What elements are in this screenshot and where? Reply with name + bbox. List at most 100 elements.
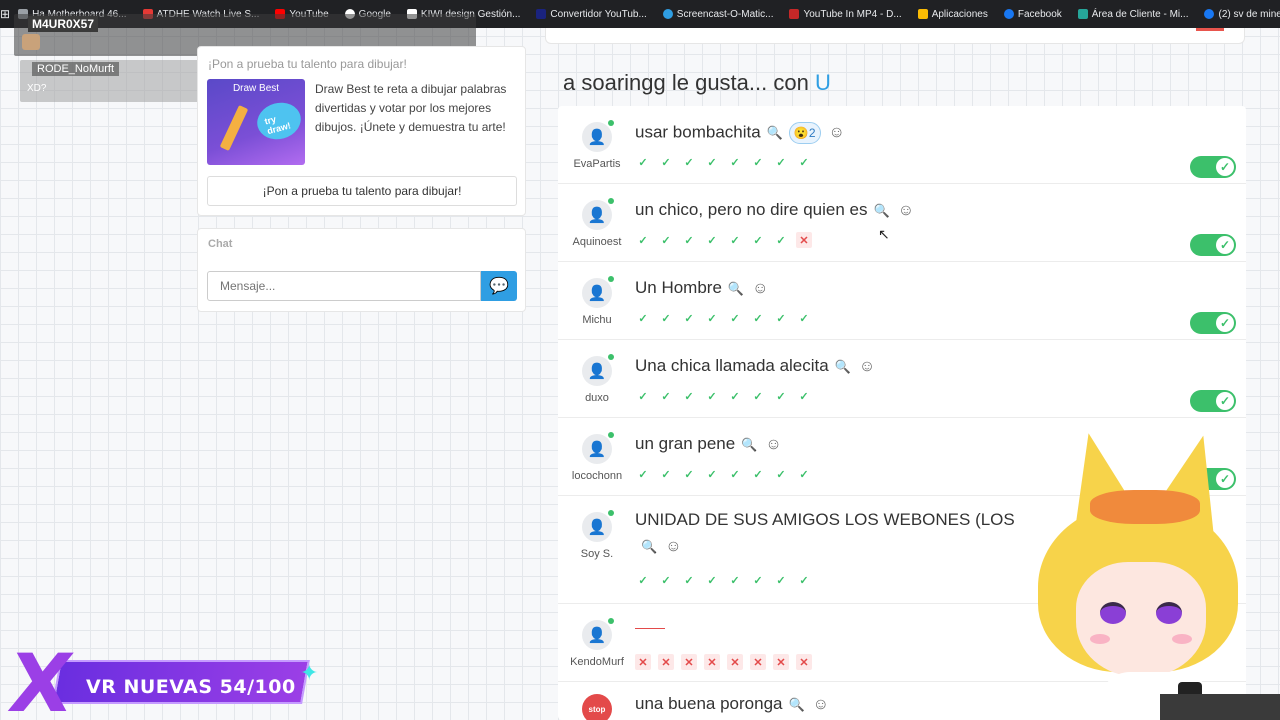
- send-button[interactable]: 💬: [481, 271, 517, 301]
- vote-cross-icon: ✕: [773, 654, 789, 670]
- magnifier-icon[interactable]: 🔍: [788, 697, 804, 712]
- bookmark-favicon-icon: [536, 9, 547, 19]
- answer-text: un gran pene: [635, 434, 736, 453]
- vote-check-icon: ✓: [684, 468, 694, 481]
- vote-list: ✕ ✕ ✕ ✕ ✕ ✕ ✕ ✕: [635, 654, 812, 670]
- facebook-icon: [1204, 9, 1215, 19]
- answer-text-line: usar bombachita 🔍 😮2 ☺: [635, 122, 845, 144]
- stream-chat-text: XD?: [27, 83, 47, 94]
- username: duxo: [585, 392, 609, 404]
- vote-check-icon: ✓: [707, 390, 717, 403]
- vote-check-icon: ✓: [730, 468, 740, 481]
- banner-text: VR NUEVAS 54/100: [86, 676, 296, 698]
- magnifier-icon[interactable]: 🔍: [641, 539, 657, 554]
- approve-toggle[interactable]: [1190, 156, 1236, 178]
- magnifier-icon[interactable]: 🔍: [728, 281, 744, 296]
- smiley-icon[interactable]: ☺: [765, 436, 781, 453]
- vote-check-icon: ✓: [684, 390, 694, 403]
- vote-check-icon: ✓: [638, 234, 648, 247]
- answer-text-line: [635, 618, 665, 638]
- username: Aquinoest: [572, 236, 622, 248]
- bookmark-label: Screencast-O-Matic...: [676, 8, 774, 20]
- apps-grid-icon[interactable]: ⊞: [0, 7, 10, 21]
- smiley-icon[interactable]: ☺: [752, 280, 768, 297]
- smiley-icon[interactable]: ☺: [898, 202, 914, 219]
- answer-text: usar bombachita: [635, 122, 761, 142]
- bookmark-favicon-icon: [789, 9, 800, 19]
- vote-check-icon: ✓: [638, 574, 648, 587]
- vote-check-icon: ✓: [661, 574, 671, 587]
- title-text: a soaringg le gusta... con: [563, 70, 815, 95]
- answer-text-line: un gran pene 🔍 ☺: [635, 434, 782, 454]
- user-icon: 👤: [582, 354, 614, 386]
- bookmark-item[interactable]: Aplicaciones: [910, 9, 996, 20]
- online-indicator: [608, 354, 614, 360]
- vote-check-icon: ✓: [799, 390, 809, 403]
- answer-text-line: un chico, pero no dire quien es 🔍 ☺: [635, 200, 914, 220]
- smiley-icon[interactable]: ☺: [859, 358, 875, 375]
- stop-icon: stop: [582, 694, 612, 720]
- facebook-icon: [1003, 9, 1014, 19]
- magnifier-icon[interactable]: 🔍: [835, 359, 851, 374]
- username: KendoMurf: [570, 656, 624, 668]
- username: locochonn: [571, 470, 623, 482]
- promo-card: ¡Pon a prueba tu talento para dibujar! D…: [197, 46, 526, 216]
- approve-toggle[interactable]: [1190, 390, 1236, 412]
- vote-check-icon: ✓: [753, 390, 763, 403]
- user-icon: 👤: [582, 432, 614, 464]
- magnifier-icon[interactable]: 🔍: [741, 437, 757, 452]
- reaction-badge[interactable]: 😮2: [788, 122, 821, 144]
- vote-check-icon: ✓: [638, 468, 648, 481]
- vote-list: ✓ ✓ ✓ ✓ ✓ ✓ ✓ ✓: [635, 154, 812, 170]
- promo-button[interactable]: ¡Pon a prueba tu talento para dibujar!: [207, 176, 517, 206]
- avatar-eye: [1100, 602, 1126, 624]
- answer-user: 👤 duxo: [558, 354, 636, 404]
- answer-row: 👤 duxo Una chica llamada alecita 🔍 ☺ ✓ ✓ ✓ ✓ ✓…: [558, 340, 1246, 418]
- bookmark-item[interactable]: Convertidor YouTub...: [528, 9, 654, 20]
- bookmark-item[interactable]: (2) sv de minecraft...: [1196, 9, 1280, 20]
- user-icon: 👤: [582, 120, 614, 152]
- vote-cross-icon: ✕: [750, 654, 766, 670]
- answer-row: 👤 Aquinoest un chico, pero no dire quien…: [558, 184, 1246, 262]
- empty-answer-dash: [635, 628, 665, 630]
- promo-image-badge: try draw!: [263, 113, 292, 137]
- vote-check-icon: ✓: [776, 468, 786, 481]
- online-indicator: [608, 120, 614, 126]
- vote-check-icon: ✓: [661, 312, 671, 325]
- online-indicator: [608, 510, 614, 516]
- bookmark-item[interactable]: Facebook: [996, 9, 1070, 20]
- vote-check-icon: ✓: [753, 468, 763, 481]
- title-letter: U: [814, 70, 831, 95]
- vote-check-icon: ✓: [707, 234, 717, 247]
- stream-chat-username: M4UR0X57: [28, 16, 99, 32]
- smiley-icon[interactable]: ☺: [829, 124, 845, 141]
- bookmark-item[interactable]: Screencast-O-Matic...: [655, 9, 782, 20]
- bookmark-item[interactable]: YouTube In MP4 - D...: [781, 9, 909, 20]
- promo-heading: ¡Pon a prueba tu talento para dibujar!: [208, 57, 407, 71]
- online-indicator: [608, 276, 614, 282]
- chat-message-input[interactable]: [207, 271, 481, 301]
- promo-image[interactable]: Draw Best try draw!: [207, 79, 305, 165]
- answer-user: 👤 Soy S.: [558, 510, 636, 560]
- top-panel-edge: [545, 28, 1245, 44]
- vote-list: ✓ ✓ ✓ ✓ ✓ ✓ ✓ ✓: [635, 466, 812, 482]
- answer-user: 👤 EvaPartis: [558, 120, 636, 170]
- stream-banner: X VR NUEVAS 54/100 ✦: [4, 637, 326, 720]
- bookmark-item[interactable]: Área de Cliente - Mi...: [1070, 9, 1197, 20]
- vote-cross-icon: ✕: [704, 654, 720, 670]
- vote-check-icon: ✓: [753, 574, 763, 587]
- bookmark-label: YouTube In MP4 - D...: [803, 8, 902, 20]
- vote-check-icon: ✓: [776, 574, 786, 587]
- user-icon: 👤: [582, 510, 614, 542]
- smiley-icon[interactable]: ☺: [665, 538, 681, 555]
- magnifier-icon[interactable]: 🔍: [767, 125, 783, 140]
- bookmark-label: Convertidor YouTub...: [550, 8, 647, 20]
- smiley-icon[interactable]: ☺: [813, 696, 829, 713]
- magnifier-icon[interactable]: 🔍: [874, 203, 890, 218]
- vote-check-icon: ✓: [799, 468, 809, 481]
- approve-toggle[interactable]: [1190, 312, 1236, 334]
- user-icon: 👤: [582, 618, 614, 650]
- vote-check-icon: ✓: [799, 156, 809, 169]
- approve-toggle[interactable]: [1190, 234, 1236, 256]
- vote-check-icon: ✓: [776, 234, 786, 247]
